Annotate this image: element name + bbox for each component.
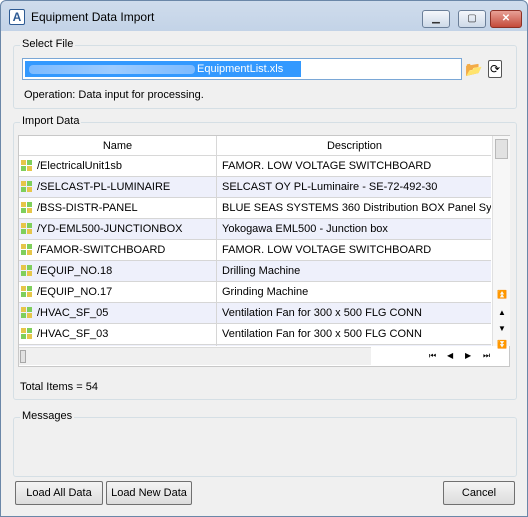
file-path-input[interactable]: EquipmentList.xls: [22, 58, 462, 80]
scroll-last-icon[interactable]: ⏬: [497, 340, 507, 350]
table-row[interactable]: /YD-EML500-JUNCTIONBOX Yokogawa EML500 - …: [19, 219, 491, 240]
row-description-cell: SELCAST OY PL-Luminaire - SE-72-492-30: [222, 181, 438, 193]
row-name-text: /FAMOR-SWITCHBOARD: [37, 244, 166, 256]
table-row[interactable]: /EQUIP_NO.18 Drilling Machine: [19, 261, 491, 282]
cancel-button[interactable]: Cancel: [443, 481, 515, 505]
file-name-text: EquipmentList.xls: [197, 63, 284, 75]
row-name-cell: /SELCAST-PL-LUMINAIRE: [19, 177, 217, 197]
row-description-cell: Ventilation Fan for 300 x 500 FLG CONN: [222, 307, 422, 319]
refresh-icon[interactable]: ⟳: [488, 60, 502, 78]
table-row[interactable]: /HVAC_SF_05 Ventilation Fan for 300 x 500…: [19, 303, 491, 324]
table-row[interactable]: /SELCAST-PL-LUMINAIRE SELCAST OY PL-Lumin…: [19, 177, 491, 198]
row-name-cell: /HVAC_SF_02: [19, 345, 217, 346]
row-name-text: /SELCAST-PL-LUMINAIRE: [37, 181, 171, 193]
import-data-legend: Import Data: [20, 115, 82, 127]
row-name-cell: /ElectricalUnit1sb: [19, 156, 217, 176]
load-new-data-button[interactable]: Load New Data: [106, 481, 192, 505]
operation-text: Operation: Data input for processing.: [24, 89, 204, 101]
table-row[interactable]: /ElectricalUnit1sb FAMOR. LOW VOLTAGE SWI…: [19, 156, 491, 177]
close-button[interactable]: ✕: [490, 10, 522, 28]
title-bar[interactable]: A Equipment Data Import ▁ ▢ ✕: [1, 1, 527, 31]
equipment-node-icon: [21, 286, 33, 298]
redacted-path: [29, 65, 195, 74]
scroll-first-icon[interactable]: ⏫: [497, 290, 507, 300]
row-name-text: /ElectricalUnit1sb: [37, 160, 122, 172]
equipment-node-icon: [21, 181, 33, 193]
table-row[interactable]: /BSS-DISTR-PANEL BLUE SEAS SYSTEMS 360 Di…: [19, 198, 491, 219]
row-name-text: /BSS-DISTR-PANEL: [37, 202, 138, 214]
import-data-grid[interactable]: Name Description /ElectricalUnit1sb FAMOR…: [18, 135, 510, 367]
equipment-node-icon: [21, 160, 33, 172]
equipment-node-icon: [21, 265, 33, 277]
row-name-text: /EQUIP_NO.18: [37, 265, 113, 277]
row-description-cell: FAMOR. LOW VOLTAGE SWITCHBOARD: [222, 244, 432, 256]
app-logo-icon: A: [9, 9, 25, 25]
row-name-cell: /EQUIP_NO.17: [19, 282, 217, 302]
row-description-cell: FAMOR. LOW VOLTAGE SWITCHBOARD: [222, 160, 432, 172]
row-name-cell: /YD-EML500-JUNCTIONBOX: [19, 219, 217, 239]
folder-open-icon[interactable]: 📂: [464, 59, 484, 79]
dialog-body: Select File EquipmentList.xls 📂 ⟳ Operat…: [7, 31, 521, 511]
load-all-data-button[interactable]: Load All Data: [15, 481, 103, 505]
column-header-description[interactable]: Description: [218, 136, 491, 156]
equipment-data-import-window: A Equipment Data Import ▁ ▢ ✕ Select Fil…: [0, 0, 528, 517]
messages-group: Messages: [13, 410, 517, 477]
vertical-scrollbar[interactable]: ⏫ ▲ ▼ ⏬: [492, 136, 510, 349]
row-name-text: /HVAC_SF_05: [37, 307, 109, 319]
select-file-legend: Select File: [20, 38, 76, 50]
messages-legend: Messages: [20, 410, 75, 422]
row-name-text: /EQUIP_NO.17: [37, 286, 113, 298]
row-name-text: /YD-EML500-JUNCTIONBOX: [37, 223, 183, 235]
scroll-down-icon[interactable]: ▼: [497, 324, 507, 334]
maximize-button[interactable]: ▢: [458, 10, 486, 28]
row-name-cell: /FAMOR-SWITCHBOARD: [19, 240, 217, 260]
row-description-cell: Drilling Machine: [222, 265, 301, 277]
scroll-up-icon[interactable]: ▲: [497, 308, 507, 318]
row-name-cell: /HVAC_SF_03: [19, 324, 217, 344]
row-name-cell: /EQUIP_NO.18: [19, 261, 217, 281]
window-title: Equipment Data Import: [31, 10, 155, 24]
row-description-cell: Yokogawa EML500 - Junction box: [222, 223, 388, 235]
row-name-cell: /HVAC_SF_05: [19, 303, 217, 323]
equipment-node-icon: [21, 328, 33, 340]
equipment-node-icon: [21, 223, 33, 235]
total-items-text: Total Items = 54: [20, 381, 98, 393]
column-header-name[interactable]: Name: [19, 136, 217, 156]
vertical-scroll-thumb[interactable]: [495, 139, 508, 159]
import-data-group: Import Data Name Description /Electrical…: [13, 115, 517, 400]
select-file-group: Select File EquipmentList.xls 📂 ⟳ Operat…: [13, 38, 517, 109]
equipment-node-icon: [21, 202, 33, 214]
row-description-cell: Grinding Machine: [222, 286, 309, 298]
equipment-node-icon: [21, 244, 33, 256]
table-row[interactable]: /HVAC_SF_02Ventilation Fan for 300 x 500…: [19, 345, 491, 346]
row-name-text: /HVAC_SF_03: [37, 328, 109, 340]
row-description-cell: BLUE SEAS SYSTEMS 360 Distribution BOX P…: [222, 202, 491, 214]
grid-header: Name Description: [19, 136, 491, 156]
row-description-cell: Ventilation Fan for 300 x 500 FLG CONN: [218, 345, 491, 346]
grid-rows: /ElectricalUnit1sb FAMOR. LOW VOLTAGE SWI…: [19, 156, 491, 346]
page-next-icon[interactable]: ▶: [465, 350, 471, 362]
equipment-node-icon: [21, 307, 33, 319]
minimize-button[interactable]: ▁: [422, 10, 450, 28]
table-row[interactable]: /EQUIP_NO.17 Grinding Machine: [19, 282, 491, 303]
page-prev-icon[interactable]: ◀: [447, 350, 453, 362]
table-row[interactable]: /FAMOR-SWITCHBOARD FAMOR. LOW VOLTAGE SWI…: [19, 240, 491, 261]
row-name-cell: /BSS-DISTR-PANEL: [19, 198, 217, 218]
table-row[interactable]: /HVAC_SF_03 Ventilation Fan for 300 x 500…: [19, 324, 491, 345]
horizontal-scroll-thumb[interactable]: [20, 350, 26, 363]
page-first-icon[interactable]: ⏮: [429, 350, 436, 362]
file-path-selection: EquipmentList.xls: [25, 61, 301, 77]
page-last-icon[interactable]: ⏭: [483, 350, 490, 362]
horizontal-scrollbar[interactable]: [19, 347, 371, 365]
row-description-cell: Ventilation Fan for 300 x 500 FLG CONN: [222, 328, 422, 340]
